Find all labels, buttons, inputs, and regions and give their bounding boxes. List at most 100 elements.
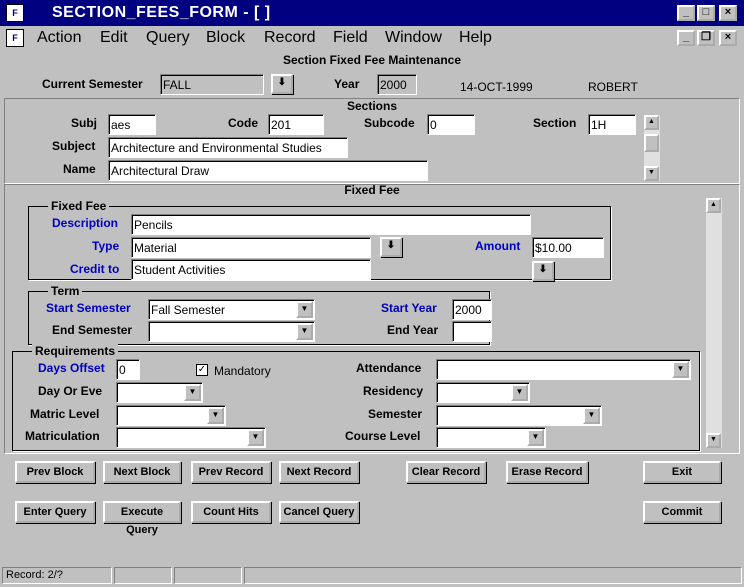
status-cell-4	[244, 567, 742, 584]
requirements-group-title: Requirements	[32, 344, 119, 358]
credit-to-lov-icon[interactable]: ⬇	[532, 261, 554, 281]
matriculation-select[interactable]	[116, 427, 266, 448]
attendance-dropdown-icon[interactable]: ▼	[672, 361, 689, 378]
execute-query-button[interactable]: Execute Query	[103, 501, 181, 536]
matriculation-label: Matriculation	[25, 429, 100, 443]
year-field[interactable]: 2000	[377, 74, 417, 95]
subcode-label: Subcode	[364, 116, 415, 130]
start-year-label: Start Year	[381, 301, 437, 315]
menu-block[interactable]: Block	[206, 29, 245, 47]
description-field[interactable]: Pencils	[131, 214, 531, 235]
start-semester-select[interactable]: Fall Semester	[148, 299, 315, 320]
commit-button[interactable]: Commit	[643, 501, 721, 523]
days-offset-label: Days Offset	[38, 361, 105, 375]
subject-label: Subject	[52, 139, 96, 153]
code-field[interactable]: 201	[268, 114, 324, 135]
doc-close-icon[interactable]: ×	[719, 30, 737, 46]
title-bar: F SECTION_FEES_FORM - [ ] _ □ ×	[0, 0, 744, 26]
status-cell-2	[114, 567, 172, 584]
matric-level-dropdown-icon[interactable]: ▼	[207, 407, 224, 424]
enter-query-button[interactable]: Enter Query	[15, 501, 95, 523]
erase-record-button[interactable]: Erase Record	[506, 461, 588, 483]
end-year-field[interactable]	[452, 321, 492, 342]
document-icon[interactable]: F	[6, 29, 24, 47]
start-year-field[interactable]: 2000	[452, 299, 492, 320]
section-label: Section	[533, 116, 577, 130]
menu-edit[interactable]: Edit	[100, 29, 128, 47]
minimize-icon[interactable]: _	[677, 5, 695, 21]
end-semester-dropdown-icon[interactable]: ▼	[296, 323, 313, 340]
scroll-thumb[interactable]	[644, 134, 659, 152]
current-semester-field[interactable]: FALL	[160, 74, 264, 95]
current-date: 14-OCT-1999	[460, 80, 533, 94]
current-semester-label: Current Semester	[42, 77, 143, 91]
status-bar: Record: 2/?	[0, 564, 744, 587]
credit-to-field[interactable]: Student Activities	[131, 259, 371, 280]
description-label: Description	[52, 216, 119, 230]
prev-block-button[interactable]: Prev Block	[15, 461, 95, 483]
subj-field[interactable]: aes	[108, 114, 156, 135]
fee-scroll-up-icon[interactable]: ▲	[706, 198, 721, 213]
next-block-button[interactable]: Next Block	[103, 461, 181, 483]
record-status: Record: 2/?	[2, 567, 112, 584]
subcode-field[interactable]: 0	[427, 114, 475, 135]
code-label: Code	[228, 116, 258, 130]
sections-title: Sections	[346, 99, 397, 113]
scroll-up-icon[interactable]: ▲	[644, 115, 659, 130]
exit-button[interactable]: Exit	[643, 461, 721, 483]
semester-select[interactable]	[436, 405, 602, 426]
menu-query[interactable]: Query	[146, 29, 190, 47]
scroll-down-icon[interactable]: ▼	[644, 166, 659, 181]
menu-field[interactable]: Field	[333, 29, 368, 47]
days-offset-field[interactable]: 0	[116, 359, 140, 380]
name-label: Name	[63, 162, 96, 176]
amount-field[interactable]: $10.00	[532, 237, 604, 258]
residency-dropdown-icon[interactable]: ▼	[511, 384, 528, 401]
start-semester-dropdown-icon[interactable]: ▼	[296, 301, 313, 318]
menu-window[interactable]: Window	[385, 29, 442, 47]
close-icon[interactable]: ×	[719, 5, 737, 21]
maximize-icon[interactable]: □	[697, 5, 715, 21]
course-level-dropdown-icon[interactable]: ▼	[527, 429, 544, 446]
fee-scroll-down-icon[interactable]: ▼	[706, 433, 721, 448]
year-label: Year	[334, 77, 360, 91]
attendance-select[interactable]	[436, 359, 691, 380]
end-semester-select[interactable]	[148, 321, 315, 342]
doc-restore-icon[interactable]: ❐	[697, 30, 715, 46]
name-field[interactable]: Architectural Draw	[108, 160, 428, 181]
window-title: SECTION_FEES_FORM - [ ]	[52, 4, 271, 21]
semester-lov-icon[interactable]: ⬇	[271, 74, 293, 94]
section-field[interactable]: 1H	[588, 114, 636, 135]
next-record-button[interactable]: Next Record	[279, 461, 359, 483]
mandatory-checkbox[interactable]: ✓	[196, 364, 208, 376]
start-semester-label: Start Semester	[46, 301, 131, 315]
menu-action[interactable]: Action	[37, 29, 81, 47]
subj-label: Subj	[71, 116, 97, 130]
attendance-label: Attendance	[356, 361, 422, 375]
form-title: Section Fixed Fee Maintenance	[282, 53, 462, 67]
day-or-eve-label: Day Or Eve	[38, 384, 103, 398]
menu-help[interactable]: Help	[459, 29, 492, 47]
prev-record-button[interactable]: Prev Record	[191, 461, 271, 483]
doc-minimize-icon[interactable]: _	[677, 30, 695, 46]
course-level-label: Course Level	[345, 429, 421, 443]
start-semester-value: Fall Semester	[151, 303, 226, 317]
semester-label: Semester	[368, 407, 423, 421]
menu-record[interactable]: Record	[264, 29, 316, 47]
mandatory-label: Mandatory	[214, 364, 271, 378]
clear-record-button[interactable]: Clear Record	[406, 461, 486, 483]
cancel-query-button[interactable]: Cancel Query	[279, 501, 359, 523]
semester-dropdown-icon[interactable]: ▼	[583, 407, 600, 424]
matric-level-label: Matric Level	[30, 407, 100, 421]
day-or-eve-dropdown-icon[interactable]: ▼	[184, 384, 201, 401]
forms-app-icon[interactable]: F	[6, 4, 24, 22]
amount-label: Amount	[475, 239, 521, 253]
count-hits-button[interactable]: Count Hits	[191, 501, 271, 523]
subject-field[interactable]: Architecture and Environmental Studies	[108, 137, 348, 158]
fixed-fee-scrollbar[interactable]	[706, 198, 722, 448]
end-year-label: End Year	[387, 323, 439, 337]
type-lov-icon[interactable]: ⬇	[380, 237, 402, 257]
residency-label: Residency	[363, 384, 424, 398]
type-field[interactable]: Material	[131, 237, 371, 258]
matriculation-dropdown-icon[interactable]: ▼	[247, 429, 264, 446]
